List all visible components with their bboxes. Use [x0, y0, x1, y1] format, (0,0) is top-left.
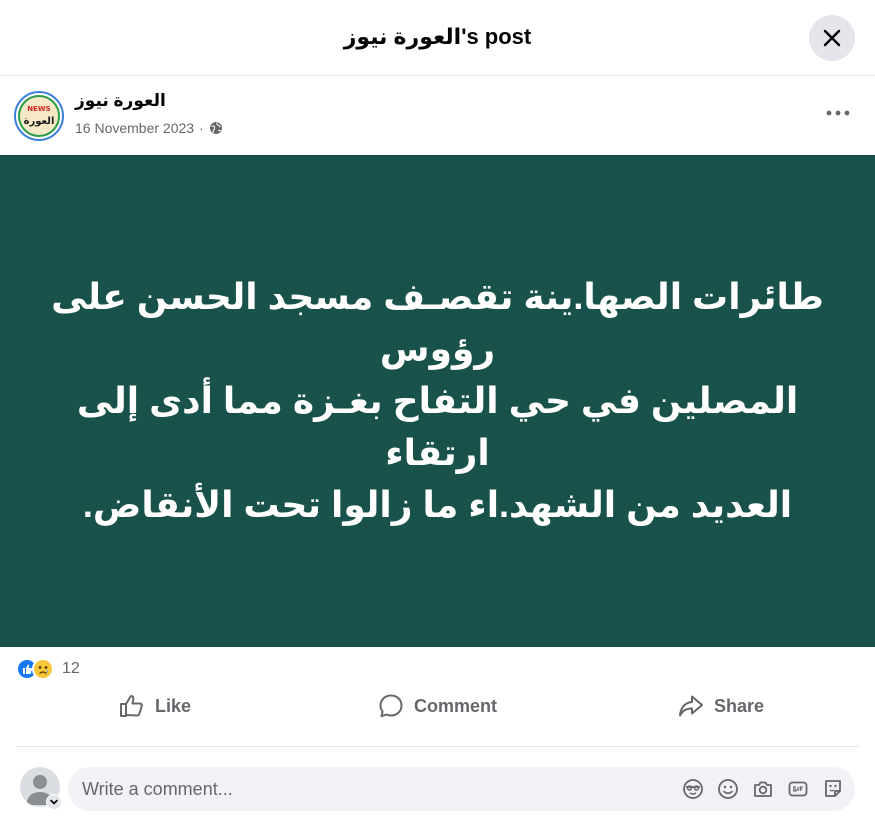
comment-label: Comment: [414, 695, 498, 716]
sticker-button[interactable]: [821, 777, 845, 801]
close-icon: [823, 29, 841, 47]
page-logo: NEWS العورة: [18, 95, 60, 137]
close-button[interactable]: [809, 15, 855, 61]
gif-icon: [788, 781, 808, 797]
avatar-sticker-button[interactable]: [681, 777, 705, 801]
post-text-line: المصلين في حي التفاح بغـزة مما أدى إلى ا…: [76, 380, 799, 473]
smiley-icon: [718, 779, 738, 799]
page-avatar[interactable]: NEWS العورة: [14, 91, 64, 141]
chevron-down-icon: [50, 799, 58, 805]
post-dialog-header: العورة نيوز's post: [0, 0, 875, 76]
post-image-text: طائرات الصها.ينة تقصـف مسجد الحسن على رؤ…: [28, 271, 848, 531]
more-dots-icon: [826, 110, 850, 116]
camera-icon: [754, 781, 772, 797]
actions-divider: [16, 746, 859, 747]
reaction-count: 12: [62, 660, 80, 677]
page-name[interactable]: العورة نيوز: [75, 90, 166, 112]
gif-button[interactable]: [786, 777, 810, 801]
post-text-line: طائرات الصها.ينة تقصـف مسجد الحسن على رؤ…: [51, 276, 824, 369]
dialog-title: العورة نيوز's post: [343, 24, 532, 49]
post-header: NEWS العورة العورة نيوز 16 November 2023…: [0, 76, 875, 155]
account-switch-button[interactable]: [46, 794, 62, 810]
comment-button[interactable]: Comment: [378, 686, 497, 726]
like-button[interactable]: Like: [119, 686, 191, 726]
comment-composer: [68, 767, 855, 811]
avatar-sticker-icon: [683, 779, 703, 799]
meta-separator: ·: [199, 120, 204, 136]
post-text-image[interactable]: طائرات الصها.ينة تقصـف مسجد الحسن على رؤ…: [0, 155, 875, 647]
svg-text:NEWS: NEWS: [27, 105, 50, 113]
like-label: Like: [155, 695, 192, 716]
emoji-button[interactable]: [716, 777, 740, 801]
post-text-line: العديد من الشهد.اء ما زالوا تحت الأنقاض.: [82, 484, 793, 525]
svg-text:العورة: العورة: [24, 116, 55, 127]
reactions-summary[interactable]: 12: [16, 655, 80, 683]
post-date[interactable]: 16 November 2023: [75, 118, 194, 138]
globe-icon: [209, 122, 222, 134]
photo-button[interactable]: [751, 777, 775, 801]
share-label: Share: [714, 695, 765, 716]
comment-input[interactable]: [82, 767, 662, 811]
more-options-button[interactable]: [818, 100, 858, 126]
share-button[interactable]: Share: [678, 686, 764, 726]
post-meta: 16 November 2023 ·: [75, 118, 223, 138]
post-actions: Like Comment Share: [0, 686, 875, 726]
sticker-icon: [825, 780, 841, 797]
comment-bubble-icon: [379, 694, 403, 718]
sad-reaction-icon: [32, 658, 54, 680]
share-arrow-icon: [679, 695, 703, 717]
thumbs-up-icon: [120, 695, 143, 717]
